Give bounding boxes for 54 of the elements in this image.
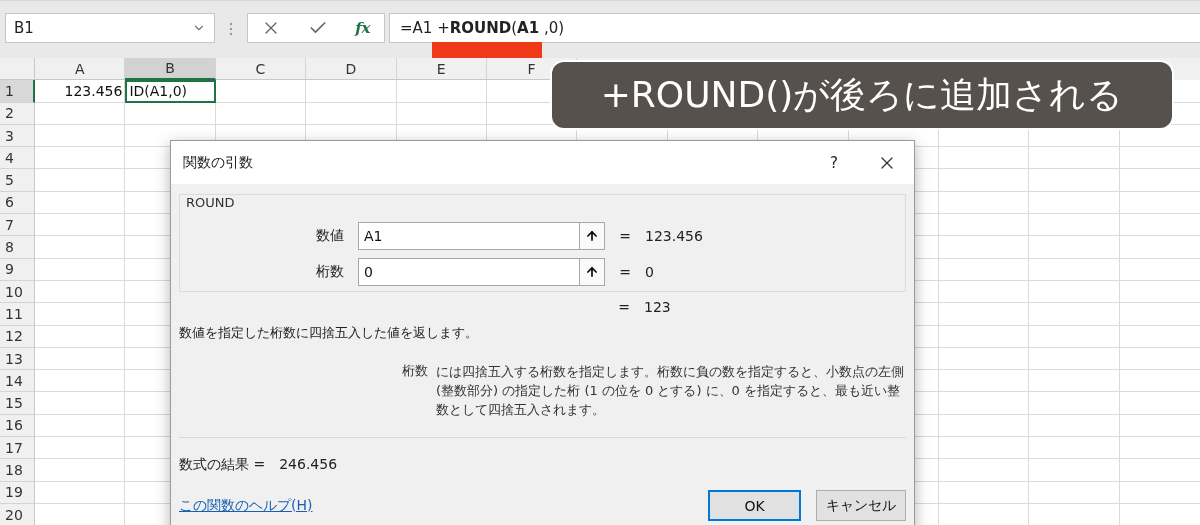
row-header[interactable]: 17: [0, 437, 35, 460]
grip-icon: [229, 21, 233, 37]
ok-button[interactable]: OK: [708, 490, 801, 521]
insert-function-button[interactable]: fx: [355, 19, 371, 37]
row-header[interactable]: 19: [0, 481, 35, 504]
help-link[interactable]: この関数のヘルプ(H): [179, 496, 693, 515]
column-header[interactable]: B: [125, 58, 216, 81]
row-header[interactable]: 10: [0, 280, 35, 304]
function-result: 123: [644, 299, 672, 315]
collapse-dialog-button[interactable]: [580, 222, 605, 250]
row-header[interactable]: 11: [0, 303, 35, 326]
column-header[interactable]: D: [306, 58, 397, 81]
row-header[interactable]: 18: [0, 459, 35, 482]
caption-toast: +ROUND()が後ろに追加される: [552, 62, 1172, 128]
equals-sign: =: [619, 264, 631, 280]
row-header[interactable]: 1: [0, 80, 35, 103]
group-title: ROUND: [186, 195, 235, 210]
row-header[interactable]: 7: [0, 214, 35, 237]
row-header[interactable]: 14: [0, 370, 35, 393]
dialog-title: 関数の引数: [183, 153, 254, 172]
row-header[interactable]: 2: [0, 102, 35, 125]
column-header[interactable]: C: [215, 58, 307, 81]
row-header[interactable]: 4: [0, 147, 35, 170]
table-cell: ID(A1,0): [125, 80, 216, 103]
row-header[interactable]: 6: [0, 191, 35, 215]
formula-text: =A1 +ROUND(A1 ,0): [400, 19, 565, 37]
column-header[interactable]: E: [396, 58, 487, 81]
row-header[interactable]: 9: [0, 258, 35, 281]
formula-bar[interactable]: =A1 +ROUND(A1 ,0): [389, 13, 1200, 43]
row-header[interactable]: 13: [0, 347, 35, 371]
row-header[interactable]: 3: [0, 124, 35, 148]
argument-label: 数値: [316, 227, 345, 245]
row-header[interactable]: 12: [0, 325, 35, 348]
row-header[interactable]: 5: [0, 169, 35, 192]
function-description: 数値を指定した桁数に四捨五入した値を返します。: [179, 324, 479, 342]
equals-sign: =: [619, 228, 631, 244]
help-button[interactable]: ?: [809, 153, 859, 172]
row-header[interactable]: 16: [0, 414, 35, 438]
argument-result: 123.456: [645, 228, 704, 244]
formula-result-label: 数式の結果 =: [179, 456, 266, 474]
row-header[interactable]: 15: [0, 392, 35, 415]
argument-result: 0: [645, 264, 655, 280]
row-header[interactable]: 8: [0, 236, 35, 259]
argument-help-text: には四捨五入する桁数を指定します。桁数に負の数を指定すると、小数点の左側 (整数部分) の指定した桁 (1 の位を 0 とする) に、0 を指定すると、最も近い整数として四捨五入されます。: [436, 363, 905, 419]
argument-name: 桁数: [402, 362, 429, 380]
argument-label: 桁数: [316, 263, 345, 281]
collapse-dialog-button[interactable]: [580, 258, 605, 286]
column-header[interactable]: A: [35, 58, 126, 81]
equals-sign: =: [618, 299, 630, 315]
argument-field[interactable]: A1: [358, 222, 580, 250]
argument-field[interactable]: 0: [358, 258, 580, 286]
name-box[interactable]: B1: [5, 13, 215, 43]
cancel-button[interactable]: キャンセル: [816, 490, 906, 521]
formula-result-value: 246.456: [279, 456, 338, 474]
